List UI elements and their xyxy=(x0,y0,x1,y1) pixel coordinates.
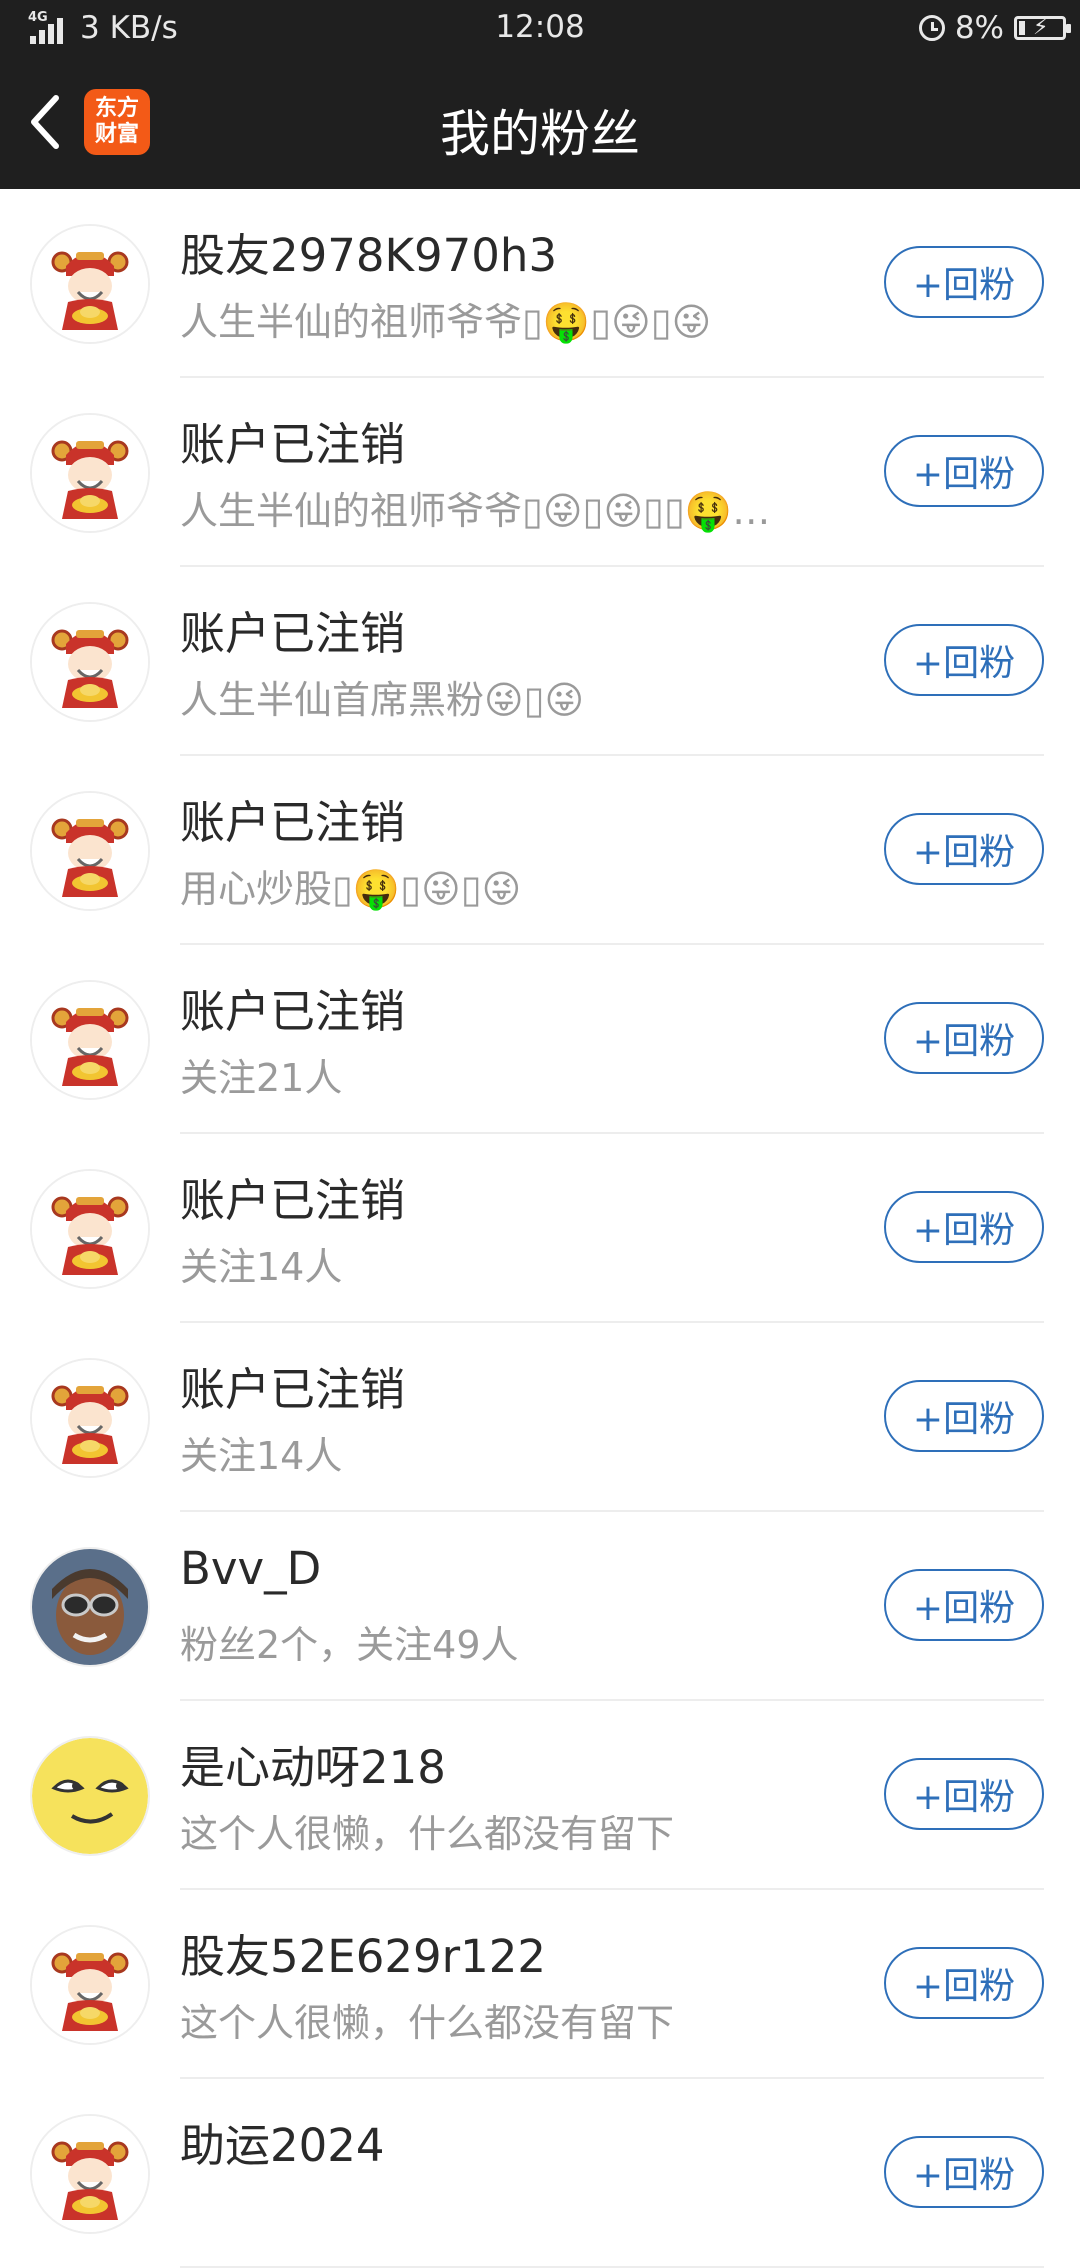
fan-list-item[interactable]: 账户已注销人生半仙的祖师爷爷▯😜▯😜▯▯🤑… +回粉 xyxy=(0,378,1080,567)
follow-back-button[interactable]: +回粉 xyxy=(884,246,1044,318)
fan-description: 人生半仙的祖师爷爷▯😜▯😜▯▯🤑… xyxy=(180,489,771,533)
fan-name[interactable]: 助运2024 xyxy=(180,2109,385,2174)
fortune-god-avatar[interactable] xyxy=(30,980,150,1100)
follow-back-button[interactable]: +回粉 xyxy=(884,1569,1044,1641)
fan-list-item[interactable]: 账户已注销关注14人 +回粉 xyxy=(0,1134,1080,1323)
fortune-god-avatar[interactable] xyxy=(30,602,150,722)
fan-description: 粉丝2个，关注49人 xyxy=(180,1623,519,1667)
fan-list-item[interactable]: 股友52E629r122 这个人很懒，什么都没有留下 +回粉 xyxy=(0,1890,1080,2079)
fan-name[interactable]: 是心动呀218 xyxy=(180,1731,446,1796)
pilot-photo-avatar[interactable] xyxy=(30,1547,150,1667)
fan-description: 这个人很懒，什么都没有留下 xyxy=(180,2001,675,2045)
fan-name[interactable]: 账户已注销 xyxy=(180,1353,405,1418)
fortune-god-avatar[interactable] xyxy=(30,2114,150,2234)
fan-list-item[interactable]: 是心动呀218 这个人很懒，什么都没有留下 +回粉 xyxy=(0,1701,1080,1890)
fan-list-item[interactable]: 账户已注销关注14人 +回粉 xyxy=(0,1323,1080,1512)
title-bar: 东方 财富 我的粉丝 xyxy=(0,56,1080,189)
status-right: 8% ⚡ xyxy=(918,8,1071,48)
battery-icon: ⚡ xyxy=(1014,16,1071,40)
follow-back-button[interactable]: +回粉 xyxy=(884,2136,1044,2208)
fortune-god-avatar[interactable] xyxy=(30,1358,150,1478)
fan-description: 用心炒股▯🤑▯😜▯😜 xyxy=(180,867,522,911)
follow-back-button[interactable]: +回粉 xyxy=(884,1758,1044,1830)
follow-back-button[interactable]: +回粉 xyxy=(884,813,1044,885)
follow-back-button[interactable]: +回粉 xyxy=(884,1002,1044,1074)
fan-list-item[interactable]: 助运2024 +回粉 xyxy=(0,2079,1080,2268)
follow-back-button[interactable]: +回粉 xyxy=(884,1947,1044,2019)
fan-description: 关注14人 xyxy=(180,1434,343,1478)
fan-list-item[interactable]: 股友2978K970h3 人生半仙的祖师爷爷▯🤑▯😜▯😜 +回粉 xyxy=(0,189,1080,378)
fortune-god-avatar[interactable] xyxy=(30,224,150,344)
fan-list-item[interactable]: Bvv_D 粉丝2个，关注49人 +回粉 xyxy=(0,1512,1080,1701)
fan-name[interactable]: 账户已注销 xyxy=(180,1164,405,1229)
fortune-god-avatar[interactable] xyxy=(30,791,150,911)
fan-list-item[interactable]: 账户已注销人生半仙首席黑粉😜▯😜 +回粉 xyxy=(0,567,1080,756)
fortune-god-avatar[interactable] xyxy=(30,1169,150,1289)
alarm-icon xyxy=(918,15,945,41)
follow-back-button[interactable]: +回粉 xyxy=(884,1380,1044,1452)
battery-percent: 8% xyxy=(954,10,1004,46)
follow-back-button[interactable]: +回粉 xyxy=(884,435,1044,507)
status-bar: 4G 3 KB/s 12:08 8% ⚡ xyxy=(0,0,1080,56)
fan-description: 人生半仙首席黑粉😜▯😜 xyxy=(180,678,585,722)
fan-name[interactable]: 账户已注销 xyxy=(180,408,405,473)
fans-list: 股友2978K970h3 人生半仙的祖师爷爷▯🤑▯😜▯😜 +回粉 账户已注销 人生半仙的… xyxy=(0,189,1080,2268)
follow-back-button[interactable]: +回粉 xyxy=(884,624,1044,696)
fortune-god-avatar[interactable] xyxy=(30,1925,150,2045)
fan-description: 关注14人 xyxy=(180,1245,343,1289)
fan-name[interactable]: Bvv_D xyxy=(180,1542,321,1595)
fan-name[interactable]: 股友52E629r122 xyxy=(180,1920,546,1985)
fan-description: 人生半仙的祖师爷爷▯🤑▯😜▯😜 xyxy=(180,300,712,344)
fan-name[interactable]: 股友2978K970h3 xyxy=(180,219,557,284)
fan-description: 关注21人 xyxy=(180,1056,343,1100)
fan-description: 这个人很懒，什么都没有留下 xyxy=(180,1812,675,1856)
fan-name[interactable]: 账户已注销 xyxy=(180,786,405,851)
fan-name[interactable]: 账户已注销 xyxy=(180,597,405,662)
page-title: 我的粉丝 xyxy=(440,105,640,163)
follow-back-button[interactable]: +回粉 xyxy=(884,1191,1044,1263)
fan-name[interactable]: 账户已注销 xyxy=(180,975,405,1040)
smug-emoji-avatar[interactable] xyxy=(30,1736,150,1856)
fan-list-item[interactable]: 账户已注销关注21人 +回粉 xyxy=(0,945,1080,1134)
fan-list-item[interactable]: 账户已注销用心炒股▯🤑▯😜▯😜 +回粉 xyxy=(0,756,1080,945)
fortune-god-avatar[interactable] xyxy=(30,413,150,533)
